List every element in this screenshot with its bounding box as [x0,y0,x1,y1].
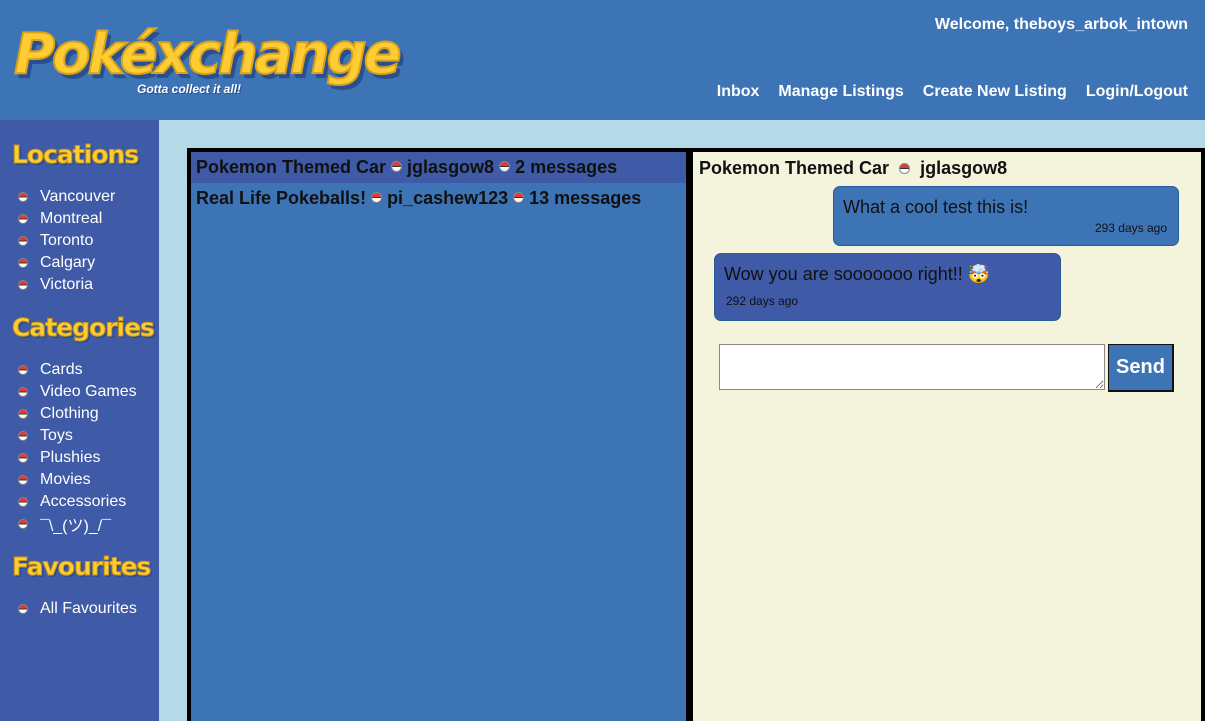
sidebar-item-label: Clothing [40,405,99,422]
conversation-list: Pokemon Themed Car jglasgow8 2 messages … [191,152,686,721]
pokeball-icon [18,280,28,290]
pokeball-icon [899,162,911,174]
sidebar-item-victoria[interactable]: Victoria [18,274,115,296]
message-text: What a cool test this is! [843,197,1029,217]
pokeball-icon [18,365,28,375]
site-header: Pokéxchange Gotta collect it all! Welcom… [0,0,1205,120]
sidebar-item-all-favourites[interactable]: All Favourites [18,598,137,620]
pokeball-icon [18,475,28,485]
favourites-heading: Favourites [11,552,151,582]
sidebar-item-label: Montreal [40,210,103,227]
message-bubble: What a cool test this is! 293 days ago [833,186,1179,246]
sidebar-item-cards[interactable]: Cards [18,359,137,381]
sidebar-item-label: Cards [40,361,83,378]
sidebar-item-other[interactable]: ¯\_(ツ)_/¯ [18,513,137,535]
pokeball-icon [18,258,28,268]
pokeball-icon [18,214,28,224]
message-bubble: Wow you are sooooooo right!! 🤯 292 days … [714,253,1061,321]
sidebar-item-video-games[interactable]: Video Games [18,381,137,403]
chat-title: Pokemon Themed Car [699,158,890,178]
chat-panel: Pokemon Themed Car jglasgow8 What a cool… [693,152,1201,721]
logo-tagline: Gotta collect it all! [137,82,242,96]
sidebar-item-label: ¯\_(ツ)_/¯ [40,518,112,535]
sidebar-item-label: All Favourites [40,600,137,617]
chat-header: Pokemon Themed Car jglasgow8 [699,158,1007,179]
sidebar-item-label: Accessories [40,493,127,510]
pokeball-icon [391,161,403,172]
message-text: Wow you are sooooooo right!! 🤯 [724,264,991,284]
conversation-user: jglasgow8 [407,157,495,177]
chat-user: jglasgow8 [920,158,1008,178]
send-button[interactable]: Send [1108,344,1174,392]
message-timestamp: 293 days ago [1094,221,1167,235]
sidebar-item-label: Vancouver [40,188,116,205]
sidebar-item-clothing[interactable]: Clothing [18,403,137,425]
pokeball-icon [18,236,28,246]
sidebar-item-label: Video Games [40,383,137,400]
message-input[interactable] [719,344,1105,390]
sidebar-item-calgary[interactable]: Calgary [18,252,115,274]
pokeball-icon [18,192,28,202]
nav-login-logout[interactable]: Login/Logout [1086,83,1188,101]
sidebar-item-label: Movies [40,471,91,488]
conversation-count: 13 messages [529,188,642,208]
sidebar-item-label: Victoria [40,276,94,293]
site-logo[interactable]: Pokéxchange Gotta collect it all! [13,21,403,112]
locations-list: Vancouver Montreal Toronto Calgary Victo… [18,186,115,296]
locations-heading: Locations [11,140,139,170]
pokeball-icon [513,192,525,203]
nav-create-new-listing[interactable]: Create New Listing [923,83,1067,101]
nav-manage-listings[interactable]: Manage Listings [778,83,903,101]
sidebar-item-movies[interactable]: Movies [18,469,137,491]
inbox-panel: Pokemon Themed Car jglasgow8 2 messages … [187,148,1205,721]
conversation-item[interactable]: Pokemon Themed Car jglasgow8 2 messages [191,152,686,183]
pokeball-icon [18,387,28,397]
sidebar-item-toys[interactable]: Toys [18,425,137,447]
pokeball-icon [18,409,28,419]
sidebar-item-label: Toronto [40,232,94,249]
message-timestamp: 292 days ago [726,294,799,308]
nav-inbox[interactable]: Inbox [717,83,760,101]
sidebar-item-label: Plushies [40,449,101,466]
pokeball-icon [18,431,28,441]
sidebar-item-toronto[interactable]: Toronto [18,230,115,252]
conversation-user: pi_cashew123 [387,188,509,208]
pokeball-icon [499,161,511,172]
sidebar-item-label: Calgary [40,254,96,271]
welcome-message: Welcome, theboys_arbok_intown [934,16,1188,33]
logo-title: Pokéxchange [13,21,403,88]
pokeball-icon [18,497,28,507]
top-nav: Inbox Manage Listings Create New Listing… [717,83,1188,101]
pokeball-icon [18,519,28,529]
sidebar-item-label: Toys [40,427,73,444]
sidebar-item-vancouver[interactable]: Vancouver [18,186,115,208]
sidebar-item-accessories[interactable]: Accessories [18,491,137,513]
sidebar-item-plushies[interactable]: Plushies [18,447,137,469]
conversation-count: 2 messages [515,157,618,177]
conversation-title: Real Life Pokeballs! [196,188,367,208]
categories-list: Cards Video Games Clothing Toys Plushies… [18,359,137,535]
pokeball-icon [18,453,28,463]
favourites-list: All Favourites [18,598,137,620]
categories-heading: Categories [12,313,156,343]
conversation-item[interactable]: Real Life Pokeballs! pi_cashew123 13 mes… [191,183,686,214]
sidebar: Locations Vancouver Montreal Toronto Cal… [0,120,159,721]
pokeball-icon [18,604,28,614]
sidebar-item-montreal[interactable]: Montreal [18,208,115,230]
pokeball-icon [371,192,383,203]
conversation-title: Pokemon Themed Car [196,157,387,177]
